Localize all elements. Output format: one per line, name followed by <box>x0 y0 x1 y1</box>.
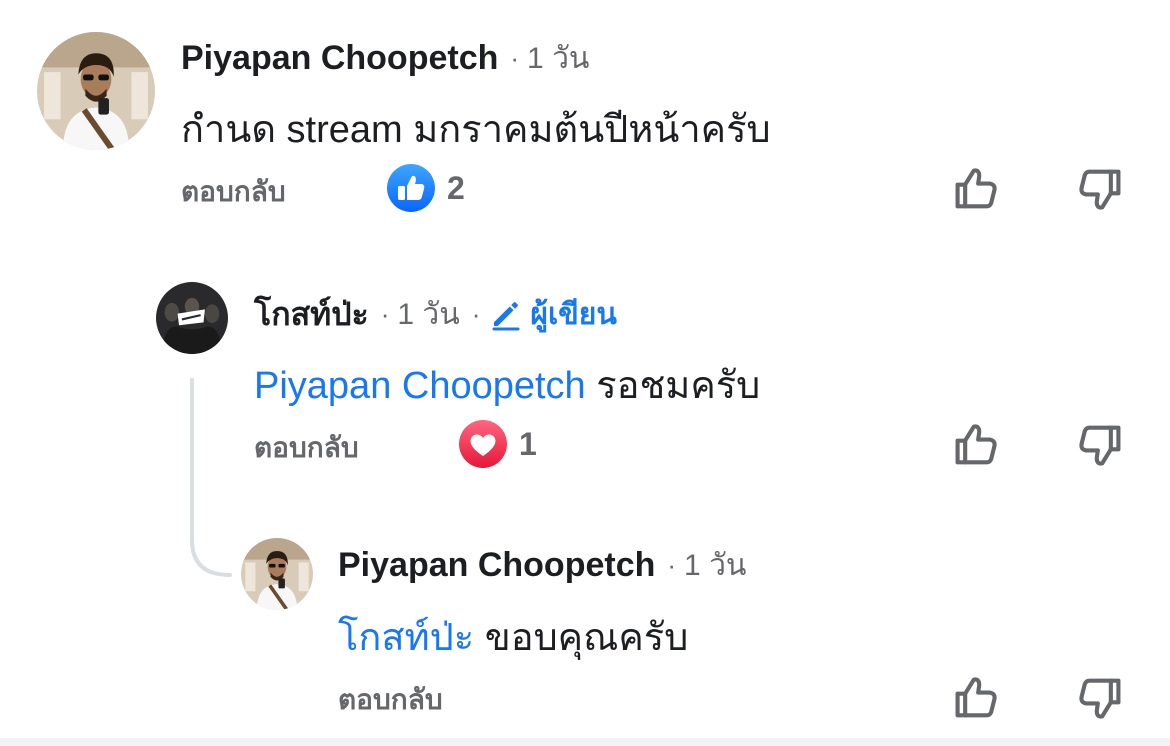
thumbs-up-outline-icon <box>955 168 997 209</box>
profile-photo <box>37 32 155 150</box>
upvote-button[interactable] <box>950 163 1002 215</box>
upvote-button[interactable] <box>950 672 1002 724</box>
author-name[interactable]: Piyapan Choopetch <box>181 39 498 78</box>
avatar[interactable] <box>241 538 313 610</box>
reaction-count: 2 <box>447 169 465 206</box>
avatar[interactable] <box>156 282 228 354</box>
separator-dot: · <box>380 298 390 329</box>
comment-text: โกสท์ป่ะ ขอบคุณครับ <box>338 606 688 667</box>
upvote-button[interactable] <box>950 419 1002 471</box>
comment-body: ขอบคุณครับ <box>484 617 689 659</box>
author-badge-label: ผู้เขียน <box>530 297 617 331</box>
separator-dot: · <box>471 298 481 329</box>
comment-header: โกสท์ป่ะ · 1 วัน · ผู้เขียน <box>254 292 617 336</box>
author-badge: ผู้เขียน <box>488 291 617 338</box>
timestamp[interactable]: 1 วัน <box>527 35 589 82</box>
author-name[interactable]: Piyapan Choopetch <box>338 546 655 585</box>
reply-button[interactable]: ตอบกลับ <box>254 426 359 470</box>
comment-header: Piyapan Choopetch · 1 วัน <box>181 36 589 80</box>
comment-text: กำนด stream มกราคมต้นปีหน้าครับ <box>181 98 771 159</box>
like-reaction-icon <box>387 164 435 212</box>
thumbs-down-outline-icon <box>1079 425 1121 466</box>
avatar[interactable] <box>37 32 155 150</box>
profile-photo <box>241 538 313 610</box>
reply-button[interactable]: ตอบกลับ <box>338 678 443 722</box>
downvote-button[interactable] <box>1074 672 1126 724</box>
bottom-divider <box>0 738 1170 746</box>
comment-text: Piyapan Choopetch รอชมครับ <box>254 354 760 415</box>
comment-header: Piyapan Choopetch · 1 วัน <box>338 543 746 587</box>
downvote-button[interactable] <box>1074 419 1126 471</box>
timestamp[interactable]: 1 วัน <box>397 291 459 338</box>
mention-link[interactable]: โกสท์ป่ะ <box>338 617 474 659</box>
reply-button[interactable]: ตอบกลับ <box>181 170 286 214</box>
profile-photo <box>156 282 228 354</box>
thumbs-down-outline-icon <box>1079 169 1121 210</box>
timestamp[interactable]: 1 วัน <box>684 542 746 589</box>
reaction-count: 1 <box>519 425 537 462</box>
thumbs-up-outline-icon <box>955 677 997 718</box>
thread-connector-line <box>190 378 232 577</box>
comment-body: รอชมครับ <box>596 365 761 407</box>
pencil-icon <box>492 302 520 331</box>
separator-dot: · <box>510 42 520 73</box>
reaction-summary[interactable]: 1 <box>459 420 537 468</box>
mention-link[interactable]: Piyapan Choopetch <box>254 365 586 407</box>
separator-dot: · <box>667 549 677 580</box>
comment-body: กำนด stream มกราคมต้นปีหน้าครับ <box>181 109 771 151</box>
love-reaction-icon <box>459 420 507 468</box>
thumbs-up-outline-icon <box>955 424 997 465</box>
reaction-summary[interactable]: 2 <box>387 164 465 212</box>
downvote-button[interactable] <box>1074 163 1126 215</box>
author-name[interactable]: โกสท์ป่ะ <box>254 289 369 340</box>
thumbs-down-outline-icon <box>1079 678 1121 719</box>
